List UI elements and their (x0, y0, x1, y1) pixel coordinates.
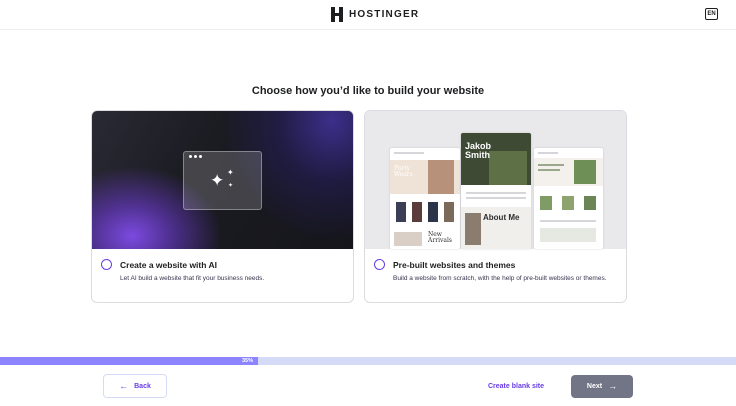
radio-ai[interactable] (101, 259, 112, 270)
back-label: Back (134, 382, 151, 390)
option-card-templates[interactable]: Party Wears New Arrivals Jakob Smith Abo… (364, 110, 627, 303)
option-title: Pre-built websites and themes (393, 260, 516, 270)
brand-name: HOSTINGER (349, 9, 420, 20)
small-sparkle-icon: ✦ (227, 168, 234, 177)
create-blank-site-button[interactable]: Create blank site (480, 376, 552, 396)
next-button[interactable]: Next → (571, 375, 633, 398)
option-description: Build a website from scratch, with the h… (393, 275, 607, 282)
option-card-ai[interactable]: ✦ ✦ ✦ Create a website with AI Let AI bu… (91, 110, 354, 303)
template-thumbnail-fashion: Party Wears New Arrivals (390, 148, 460, 249)
next-label: Next (586, 383, 603, 390)
progress-fill (0, 357, 258, 365)
arrow-right-icon: → (608, 381, 618, 391)
option-title: Create a website with AI (120, 260, 217, 270)
arrow-left-icon: ← (119, 380, 129, 391)
window-dots-icon (189, 155, 202, 158)
mock-party-text: Party Wears (394, 165, 413, 178)
progress-label: 35% (242, 358, 254, 364)
tiny-sparkle-icon: ✦ (228, 183, 234, 189)
mock-about-text: About Me (483, 213, 520, 222)
page-title: Choose how you’d like to build your webs… (251, 85, 485, 97)
mock-arrivals-text: New Arrivals (428, 231, 452, 244)
templates-preview-image: Party Wears New Arrivals Jakob Smith Abo… (365, 111, 626, 249)
template-thumbnail-plants (534, 148, 603, 249)
radio-templates[interactable] (374, 259, 385, 270)
hostinger-logo-icon (331, 7, 343, 22)
sparkles-icon: ✦ (210, 171, 225, 190)
back-button[interactable]: ← Back (103, 374, 167, 398)
progress-bar: 35% (0, 357, 736, 365)
template-thumbnail-portfolio: Jakob Smith About Me (461, 133, 531, 249)
brand-logo[interactable]: HOSTINGER (331, 7, 419, 22)
option-description: Let AI build a website that fit your bus… (120, 275, 265, 282)
language-selector[interactable]: EN (705, 8, 718, 20)
top-bar: HOSTINGER EN (0, 0, 736, 30)
ai-preview-image: ✦ ✦ ✦ (92, 111, 353, 249)
ai-window-illustration: ✦ ✦ ✦ (183, 151, 262, 210)
mock-name-text: Jakob Smith (465, 141, 492, 160)
